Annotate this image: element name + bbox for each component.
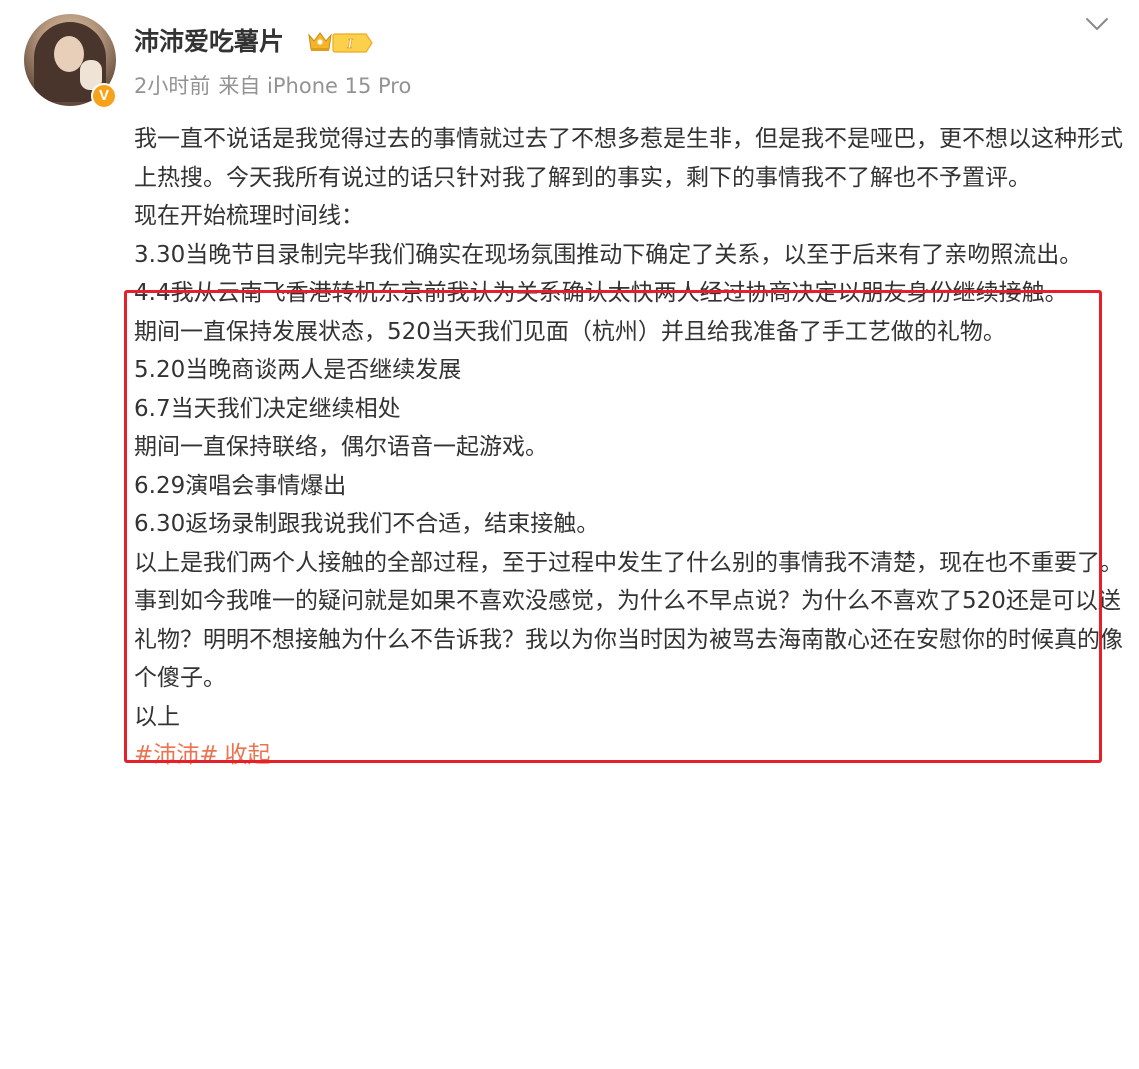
timeline-item: 期间一直保持发展状态，520当天我们见面（杭州）并且给我准备了手工艺做的礼物。 xyxy=(134,318,1006,345)
timeline-item: 6.7当天我们决定继续相处 xyxy=(134,395,401,422)
post-source: 来自 iPhone 15 Pro xyxy=(218,74,412,98)
collapse-button[interactable]: 收起 xyxy=(225,742,271,768)
post-content: 我一直不说话是我觉得过去的事情就过去了不想多惹是生非，但是我不是哑巴，更不想以这… xyxy=(134,120,1124,775)
timeline-item: 6.29演唱会事情爆出 xyxy=(134,472,347,499)
paragraph: 我一直不说话是我觉得过去的事情就过去了不想多惹是生非，但是我不是哑巴，更不想以这… xyxy=(134,126,1123,191)
paragraph: 事到如今我唯一的疑问就是如果不喜欢没感觉，为什么不早点说？为什么不喜欢了520还… xyxy=(134,588,1123,691)
verified-badge-icon: V xyxy=(91,83,117,109)
crown-icon xyxy=(308,32,332,51)
timeline-item: 4.4我从云南飞香港转机东京前我认为关系确认太快两人经过协商决定以朋友身份继续接… xyxy=(134,280,1068,306)
post-meta: 2小时前 来自 iPhone 15 Pro xyxy=(134,70,411,102)
paragraph: 以上 xyxy=(134,703,180,730)
post-footer: #沛沛# 收起 xyxy=(134,736,1124,775)
timeline-item: 期间一直保持联络，偶尔语音一起游戏。 xyxy=(134,434,548,460)
timeline-item: 5.20当晚商谈两人是否继续发展 xyxy=(134,357,462,383)
username[interactable]: 沛沛爱吃薯片 xyxy=(134,24,284,60)
chevron-down-icon[interactable] xyxy=(1083,10,1111,38)
timeline-item: 3.30当晚节目录制完毕我们确实在现场氛围推动下确定了关系，以至于后来有了亲吻照… xyxy=(134,241,1083,268)
paragraph: 现在开始梳理时间线： xyxy=(134,203,364,229)
post-time[interactable]: 2小时前 xyxy=(134,74,210,98)
level-text: I xyxy=(346,37,353,52)
paragraph: 以上是我们两个人接触的全部过程，至于过程中发生了什么别的事情我不清楚，现在也不重… xyxy=(134,549,1123,576)
timeline-item: 6.30返场录制跟我说我们不合适，结束接触。 xyxy=(134,511,600,537)
level-badge-icon[interactable]: I xyxy=(332,32,374,54)
hashtag-link[interactable]: #沛沛# xyxy=(134,742,219,768)
